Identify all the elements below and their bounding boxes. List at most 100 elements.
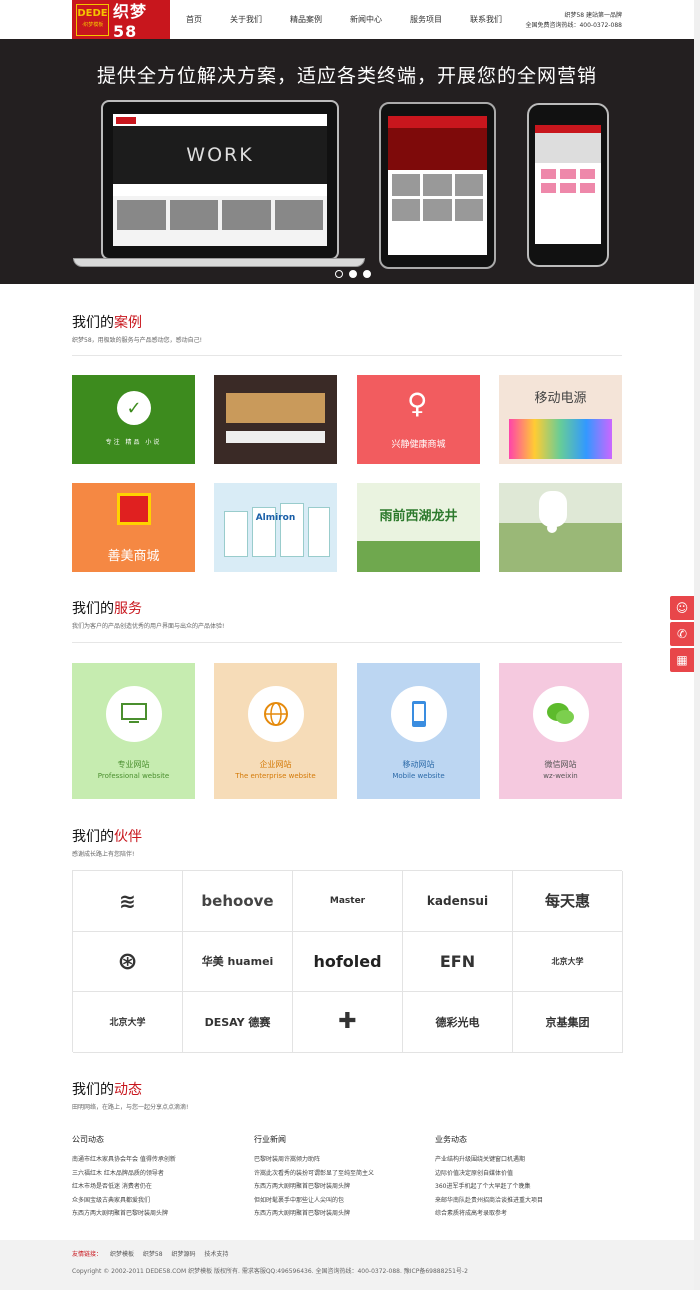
news-column-title: 公司动态: [72, 1135, 104, 1144]
gift-box-icon: [117, 493, 151, 525]
qrcode-icon[interactable]: ▦: [670, 648, 694, 672]
partner-logo[interactable]: hofoled: [293, 931, 403, 993]
news-link[interactable]: 但如时髦裹手中那些让人尖叫的包: [254, 1194, 434, 1208]
partner-logo[interactable]: ⊛: [73, 931, 183, 993]
laptop-base: [73, 258, 365, 267]
partner-logo[interactable]: Master: [293, 871, 403, 932]
partner-logo-grid: ≋ behoove Master kadensui 每天惠 ⊛ 华美 huame…: [72, 870, 623, 1053]
news-link[interactable]: 综合素质将成高考录取参考: [435, 1207, 615, 1221]
partner-logo[interactable]: 德彩光电: [403, 992, 513, 1053]
partner-logo[interactable]: 北京大学: [73, 992, 183, 1053]
friend-link[interactable]: 技术支持: [204, 1251, 228, 1258]
services-subtitle: 我们为客户的产品创造优秀的用户界面与出众的产品体验!: [72, 623, 225, 630]
partner-logo[interactable]: behoove: [183, 871, 293, 932]
laptop-mockup: WORK: [101, 100, 339, 260]
news-link[interactable]: 众多国宝级古典家具都爱我们: [72, 1194, 252, 1208]
friend-link[interactable]: 织梦模板: [110, 1251, 134, 1258]
divider: [72, 355, 622, 356]
nav-news[interactable]: 新闻中心: [350, 14, 382, 25]
news-link[interactable]: 东西方两大剧明聚首巴黎时装周头牌: [254, 1180, 434, 1194]
golf-glove: [539, 491, 567, 527]
scrollbar[interactable]: [694, 0, 700, 1290]
laptop-hero-text: WORK: [113, 126, 327, 184]
news-column-business: 业务动态 产业结构升级围绕关键窗口机遇期 边际价值决定原创自媒体价值 360进军…: [435, 1134, 615, 1221]
friend-link[interactable]: 织梦58: [143, 1251, 163, 1258]
milk-can: [280, 503, 304, 557]
news-column-company: 公司动态 南通市红木家具协会年会 值得传承创新 三六福红木 红木品牌品质的领导者…: [72, 1134, 252, 1221]
news-link[interactable]: 东西方两大剧明聚首巴黎时装周头牌: [254, 1207, 434, 1221]
case-thumb-bar: [226, 431, 325, 443]
banner-dot-2[interactable]: [349, 270, 357, 278]
copyright: Copyright © 2002-2011 DEDE58.COM 织梦模板 版权…: [72, 1268, 468, 1275]
banner-title: 提供全方位解决方案，适应各类终端，开展您的全网营销: [96, 65, 597, 87]
partner-logo[interactable]: ✚: [293, 992, 403, 1053]
nav-cases[interactable]: 精品案例: [290, 14, 322, 25]
globe-icon: [247, 686, 304, 742]
nav-contact[interactable]: 联系我们: [470, 14, 502, 25]
case-item[interactable]: ♀ 兴静健康商城: [357, 375, 480, 464]
news-link[interactable]: 来邮华南队赴贵州招商洽谈推进重大项目: [435, 1194, 615, 1208]
monitor-icon: [105, 686, 162, 742]
partner-logo[interactable]: kadensui: [403, 871, 513, 932]
case-label: 雨前西湖龙井: [379, 509, 458, 524]
service-name-en: wz-weixin: [543, 772, 578, 780]
logo-dede-mark: DEDE ·织梦模板: [76, 3, 109, 36]
phone-icon[interactable]: ✆: [670, 622, 694, 646]
news-link[interactable]: 东西方两大剧明聚首巴黎时装周头牌: [72, 1207, 252, 1221]
news-link[interactable]: 360进军手机起了个大早赶了个晚集: [435, 1180, 615, 1194]
partners-title: 我们的伙伴: [72, 829, 142, 845]
partner-logo[interactable]: 京基集团: [513, 992, 623, 1053]
service-card-professional[interactable]: 专业网站 Professional website: [72, 663, 195, 799]
case-item[interactable]: ✓ 专注 精品 小说: [72, 375, 195, 464]
service-name-en: Professional website: [97, 772, 170, 780]
site-logo[interactable]: DEDE ·织梦模板 织梦58: [72, 0, 170, 41]
partner-logo[interactable]: DESAY 德赛: [183, 992, 293, 1053]
tea-field: [357, 541, 480, 572]
case-item[interactable]: [499, 483, 622, 572]
brand-slogan: 织梦58 建站第一品牌: [564, 12, 622, 19]
cases-title: 我们的案例: [72, 315, 142, 331]
banner-dot-1[interactable]: [335, 270, 343, 278]
partner-logo[interactable]: 北京大学: [513, 931, 623, 993]
case-item[interactable]: 移动电源: [499, 375, 622, 464]
news-link[interactable]: 巴黎时装周许嵩倾力助阵: [254, 1153, 434, 1167]
service-name-en: Mobile website: [392, 772, 445, 780]
service-name: 微信网站: [544, 760, 577, 769]
service-card-mobile[interactable]: 移动网站 Mobile website: [357, 663, 480, 799]
friend-link[interactable]: 织梦源码: [171, 1251, 195, 1258]
friend-links: 友情链接： 织梦模板 织梦58 织梦源码 技术支持: [72, 1249, 235, 1258]
tablet-mockup: [379, 102, 496, 269]
hotline: 全国免费咨询热线：400-0372-088: [525, 22, 622, 29]
partner-logo[interactable]: ≋: [73, 871, 183, 932]
news-title: 我们的动态: [72, 1082, 142, 1098]
news-link[interactable]: 产业结构升级围绕关键窗口机遇期: [435, 1153, 615, 1167]
news-link[interactable]: 南通市红木家具协会年会 值得传承创新: [72, 1153, 252, 1167]
partner-logo[interactable]: EFN: [403, 931, 513, 993]
banner-pagination: [335, 270, 371, 278]
news-column-industry: 行业新闻 巴黎时装周许嵩倾力助阵 许嵩此次看秀的装扮可谓彰显了至纯至简主义 东西…: [254, 1134, 434, 1221]
partner-logo[interactable]: 每天惠: [513, 871, 623, 932]
news-link[interactable]: 许嵩此次看秀的装扮可谓彰显了至纯至简主义: [254, 1167, 434, 1181]
main-nav: 首页 关于我们 精品案例 新闻中心 服务项目 联系我们: [186, 14, 530, 25]
news-link[interactable]: 红木市场是否低迷 消费者仍在: [72, 1180, 252, 1194]
service-card-wechat[interactable]: 微信网站 wz-weixin: [499, 663, 622, 799]
news-link[interactable]: 边际价值决定原创自媒体价值: [435, 1167, 615, 1181]
case-label: 专注 精品 小说: [105, 439, 162, 446]
banner-dot-3[interactable]: [363, 270, 371, 278]
case-item[interactable]: [214, 375, 337, 464]
service-card-enterprise[interactable]: 企业网站 The enterprise website: [214, 663, 337, 799]
nav-about[interactable]: 关于我们: [230, 14, 262, 25]
case-item[interactable]: 雨前西湖龙井: [357, 483, 480, 572]
qq-icon[interactable]: ☺: [670, 596, 694, 620]
case-item[interactable]: 善美商城: [72, 483, 195, 572]
news-link[interactable]: 三六福红木 红木品牌品质的领导者: [72, 1167, 252, 1181]
nav-services[interactable]: 服务项目: [410, 14, 442, 25]
case-item[interactable]: Almiron: [214, 483, 337, 572]
partner-logo[interactable]: 华美 huamei: [183, 931, 293, 993]
services-title: 我们的服务: [72, 601, 142, 617]
case-thumb: [226, 393, 325, 423]
case-label: 兴静健康商城: [391, 440, 446, 450]
phone-mockup: [527, 103, 609, 267]
nav-home[interactable]: 首页: [186, 14, 202, 25]
logo-text: 织梦58: [112, 2, 147, 41]
